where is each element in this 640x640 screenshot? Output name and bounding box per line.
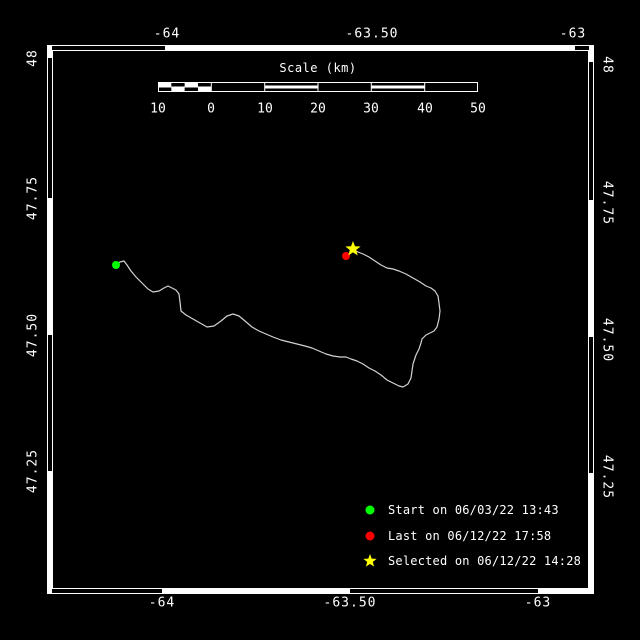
- frame-band-left: [47, 471, 52, 594]
- last-point-marker[interactable]: [342, 252, 350, 260]
- red-dot-icon: [366, 532, 375, 541]
- scale-tick-label: 40: [417, 102, 433, 117]
- frame-band-bottom: [162, 589, 350, 594]
- legend-label-last: Last on 06/12/22 17:58: [388, 529, 551, 543]
- frame-band-left: [47, 45, 52, 58]
- legend-item-selected: Selected on 06/12/22 14:28: [361, 552, 581, 570]
- legend-label-selected: Selected on 06/12/22 14:28: [388, 554, 581, 568]
- legend-label-start: Start on 06/03/22 13:43: [388, 503, 559, 517]
- scale-tick-label: 0: [207, 102, 215, 117]
- frame-band-right: [589, 45, 594, 62]
- selected-point-icon: [361, 553, 379, 569]
- scale-tick-label: 20: [310, 102, 326, 117]
- frame-band-right: [589, 200, 594, 337]
- scale-stripe-segment: [265, 86, 318, 89]
- latitude-label-left: 48: [26, 49, 41, 67]
- longitude-label-top: -63.50: [346, 27, 399, 42]
- latitude-label-left: 47.50: [26, 313, 41, 357]
- scale-stripe-segment: [371, 86, 424, 89]
- scale-tick-label: 50: [470, 102, 486, 117]
- green-dot-icon: [366, 506, 375, 515]
- frame-band-right: [589, 473, 594, 594]
- last-point-icon: [361, 528, 379, 544]
- latitude-label-left: 47.75: [26, 176, 41, 220]
- scale-tick-label: 10: [150, 102, 166, 117]
- latitude-label-right: 47.50: [600, 318, 615, 362]
- scale-tick-label: 10: [257, 102, 273, 117]
- frame-band-top: [165, 45, 575, 50]
- longitude-label-bottom: -63: [525, 596, 551, 611]
- longitude-label-top: -64: [154, 27, 180, 42]
- latitude-label-left: 47.25: [26, 449, 41, 493]
- start-point-marker[interactable]: [112, 261, 120, 269]
- drifter-track-path[interactable]: [116, 250, 440, 387]
- latitude-label-right: 47.25: [600, 455, 615, 499]
- frame-band-bottom: [538, 589, 594, 594]
- latitude-label-right: 47.75: [600, 181, 615, 225]
- longitude-label-bottom: -63.50: [324, 596, 377, 611]
- star-icon: [363, 554, 376, 567]
- scale-bar-title: Scale (km): [279, 61, 356, 75]
- start-point-icon: [361, 502, 379, 518]
- legend-item-last: Last on 06/12/22 17:58: [361, 527, 551, 545]
- longitude-label-top: -63: [560, 27, 586, 42]
- latitude-label-right: 48: [600, 56, 615, 74]
- frame-band-left: [47, 198, 52, 335]
- longitude-label-bottom: -64: [149, 596, 175, 611]
- legend-item-start: Start on 06/03/22 13:43: [361, 501, 559, 519]
- scale-tick-label: 30: [363, 102, 379, 117]
- satellite-track-map-window: Scale (km) -64 -63.50 -63 -64 -63.50 -63 48 47.…: [0, 0, 640, 640]
